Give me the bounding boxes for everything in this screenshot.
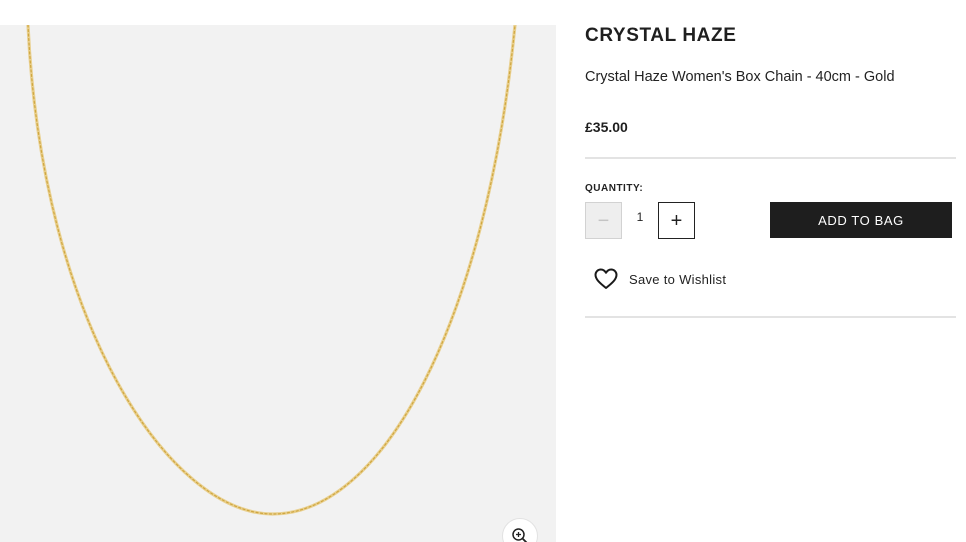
heart-icon [594,268,618,289]
divider [585,157,956,159]
divider [585,316,956,318]
zoom-in-icon [512,528,528,542]
save-to-wishlist-button[interactable]: Save to Wishlist [594,268,726,290]
product-image-panel [0,25,556,542]
add-to-bag-button[interactable]: ADD TO BAG [770,202,952,238]
brand-name: CRYSTAL HAZE [585,25,737,46]
quantity-value[interactable]: 1 [633,210,647,224]
quantity-increase-button[interactable]: + [658,202,695,239]
quantity-decrease-button[interactable]: − [585,202,622,239]
quantity-label: QUANTITY: [585,183,644,194]
product-image-gold-chain [26,25,517,516]
product-price: £35.00 [585,119,628,135]
product-title: Crystal Haze Women's Box Chain - 40cm - … [585,69,895,85]
wishlist-label: Save to Wishlist [629,271,727,287]
